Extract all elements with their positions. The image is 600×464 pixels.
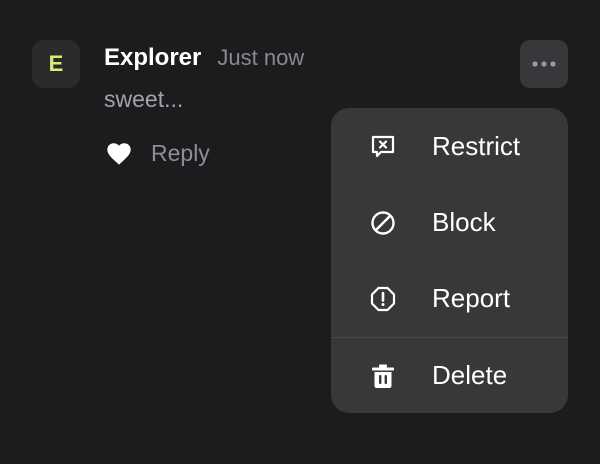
more-options-button[interactable] — [520, 40, 568, 88]
heart-icon[interactable] — [104, 139, 134, 167]
more-dots-icon — [532, 61, 556, 67]
menu-item-label: Restrict — [432, 131, 521, 161]
trash-icon — [369, 362, 397, 390]
restrict-icon — [369, 133, 397, 161]
menu-item-label: Report — [432, 283, 511, 313]
block-icon — [369, 209, 397, 237]
timestamp: Just now — [217, 45, 305, 70]
comment: E Explorer Just now sweet... Reply Restr… — [0, 0, 600, 464]
menu-item-report[interactable]: Report — [331, 261, 568, 336]
comment-actions: Reply — [104, 136, 210, 170]
menu-item-block[interactable]: Block — [331, 185, 568, 260]
reply-button[interactable]: Reply — [151, 140, 210, 167]
report-icon — [369, 285, 397, 313]
menu-item-label: Block — [432, 207, 496, 237]
menu-item-restrict[interactable]: Restrict — [331, 109, 568, 184]
comment-header: Explorer Just now — [104, 42, 304, 74]
options-menu: Restrict Block Report Delete — [331, 108, 568, 413]
menu-item-delete[interactable]: Delete — [331, 338, 568, 413]
avatar-letter: E — [48, 51, 64, 76]
comment-text: sweet... — [104, 86, 184, 112]
menu-item-label: Delete — [432, 360, 508, 390]
avatar[interactable]: E — [32, 40, 80, 88]
author-name[interactable]: Explorer — [104, 44, 201, 72]
